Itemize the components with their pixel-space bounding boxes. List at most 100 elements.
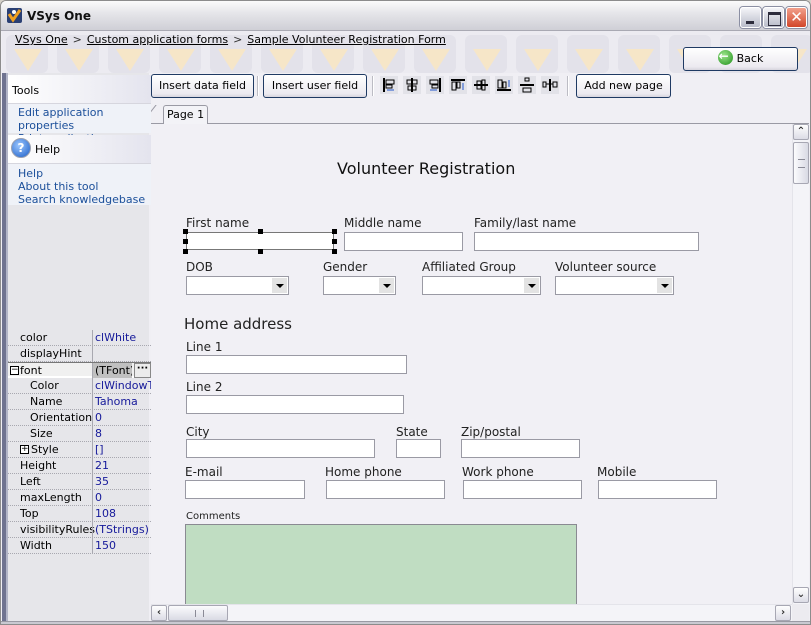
state-label[interactable]: State: [396, 425, 428, 439]
maximize-button[interactable]: [763, 7, 784, 28]
comments-label[interactable]: Comments: [186, 511, 240, 522]
first-name-field[interactable]: [186, 232, 334, 250]
zip-field[interactable]: [461, 439, 580, 458]
property-value[interactable]: clWindowText: [92, 378, 152, 393]
insert-user-field-button[interactable]: Insert user field: [263, 74, 367, 98]
email-label[interactable]: E-mail: [185, 465, 223, 479]
resize-handle[interactable]: [332, 239, 337, 244]
line1-label[interactable]: Line 1: [186, 340, 222, 354]
resize-handle[interactable]: [332, 229, 337, 234]
property-row-height[interactable]: Height 21: [8, 458, 151, 474]
property-value[interactable]: 35: [92, 474, 152, 489]
work-phone-label[interactable]: Work phone: [462, 465, 534, 479]
middle-name-field[interactable]: [344, 232, 463, 251]
close-button[interactable]: ✕: [786, 7, 807, 28]
property-row-left[interactable]: Left 35: [8, 474, 151, 490]
property-row-maxlength[interactable]: maxLength 0: [8, 490, 151, 506]
gender-label[interactable]: Gender: [323, 260, 367, 274]
resize-handle[interactable]: [332, 249, 337, 254]
help-panel-header[interactable]: ? Help: [8, 135, 151, 163]
property-row-font-color[interactable]: Color clWindowText: [8, 378, 152, 394]
line1-field[interactable]: [186, 355, 407, 374]
volunteer-source-select[interactable]: [555, 276, 674, 295]
zip-label[interactable]: Zip/postal: [461, 425, 521, 439]
property-value[interactable]: 0: [92, 410, 152, 425]
property-row-width[interactable]: Width 150: [8, 538, 151, 554]
home-address-heading[interactable]: Home address: [184, 315, 292, 333]
property-value[interactable]: (TStrings): [92, 522, 152, 537]
property-row-displayhint[interactable]: displayHint: [8, 346, 151, 362]
insert-data-field-button[interactable]: Insert data field: [151, 74, 254, 98]
property-value[interactable]: 8: [92, 426, 152, 441]
about-this-tool-link[interactable]: About this tool: [8, 180, 151, 193]
align-left-icon[interactable]: [380, 76, 398, 94]
align-top-icon[interactable]: [449, 76, 467, 94]
mobile-label[interactable]: Mobile: [597, 465, 636, 479]
horizontal-scroll-thumb[interactable]: [168, 605, 228, 621]
property-row-color[interactable]: color clWhite: [8, 330, 151, 346]
chevron-down-icon[interactable]: [379, 278, 394, 293]
space-vertical-icon[interactable]: [518, 76, 536, 94]
resize-handle[interactable]: [183, 229, 188, 234]
vertical-scrollbar[interactable]: ⌃ ⌄: [792, 124, 809, 604]
property-row-top[interactable]: Top 108: [8, 506, 151, 522]
vertical-scroll-thumb[interactable]: [793, 142, 809, 184]
help-link[interactable]: Help: [8, 167, 151, 180]
tab-page-1[interactable]: Page 1: [163, 105, 208, 124]
align-center-vertical-icon[interactable]: [472, 76, 490, 94]
property-row-font-orientation[interactable]: Orientation 0: [8, 410, 151, 426]
affiliated-group-select[interactable]: [422, 276, 541, 295]
minimize-button[interactable]: [740, 7, 761, 28]
resize-handle[interactable]: [258, 249, 263, 254]
collapse-icon[interactable]: −: [10, 366, 19, 375]
resize-handle[interactable]: [183, 239, 188, 244]
back-button[interactable]: Back: [683, 45, 798, 71]
scroll-left-button[interactable]: ‹: [151, 605, 167, 621]
dob-select[interactable]: [186, 276, 289, 295]
edit-application-properties-link[interactable]: Edit application properties: [8, 106, 151, 132]
chevron-down-icon[interactable]: [272, 278, 287, 293]
first-name-label[interactable]: First name: [186, 216, 249, 230]
home-phone-field[interactable]: [326, 480, 445, 499]
volunteer-source-label[interactable]: Volunteer source: [555, 260, 656, 274]
property-value[interactable]: (TFont): [92, 363, 132, 378]
scroll-up-button[interactable]: ⌃: [793, 124, 809, 140]
tools-panel-header[interactable]: Tools: [8, 75, 151, 103]
middle-name-label[interactable]: Middle name: [344, 216, 421, 230]
property-value[interactable]: 150: [92, 538, 152, 553]
align-right-icon[interactable]: [426, 76, 444, 94]
gender-select[interactable]: [323, 276, 396, 295]
space-horizontal-icon[interactable]: [541, 76, 559, 94]
add-new-page-button[interactable]: Add new page: [576, 74, 671, 98]
family-name-label[interactable]: Family/last name: [474, 216, 576, 230]
scroll-right-button[interactable]: ›: [775, 605, 791, 621]
scroll-down-button[interactable]: ⌄: [793, 587, 809, 603]
comments-textarea[interactable]: [185, 524, 577, 604]
font-ellipsis-button[interactable]: ···: [134, 363, 151, 378]
line2-label[interactable]: Line 2: [186, 380, 222, 394]
property-value[interactable]: []: [92, 442, 152, 457]
chevron-down-icon[interactable]: [657, 278, 672, 293]
property-row-font-size[interactable]: Size 8: [8, 426, 151, 442]
breadcrumb-link-current-form[interactable]: Sample Volunteer Registration Form: [247, 33, 446, 46]
property-row-visibilityrules[interactable]: visibilityRules (TStrings): [8, 522, 151, 538]
property-row-font[interactable]: − font (TFont) ···: [8, 362, 151, 378]
resize-handle[interactable]: [183, 249, 188, 254]
property-row-font-style[interactable]: + Style []: [8, 442, 151, 458]
dob-label[interactable]: DOB: [186, 260, 213, 274]
property-row-font-name[interactable]: Name Tahoma: [8, 394, 151, 410]
property-value[interactable]: Tahoma: [92, 394, 152, 409]
affiliated-group-label[interactable]: Affiliated Group: [422, 260, 516, 274]
horizontal-scrollbar[interactable]: ‹ ›: [151, 604, 792, 621]
breadcrumb-link-home[interactable]: VSys One: [15, 33, 68, 46]
family-name-field[interactable]: [474, 232, 699, 251]
align-center-horizontal-icon[interactable]: [403, 76, 421, 94]
city-label[interactable]: City: [186, 425, 210, 439]
breadcrumb-link-custom-forms[interactable]: Custom application forms: [87, 33, 228, 46]
work-phone-field[interactable]: [463, 480, 582, 499]
mobile-field[interactable]: [598, 480, 717, 499]
align-bottom-icon[interactable]: [495, 76, 513, 94]
home-phone-label[interactable]: Home phone: [325, 465, 402, 479]
property-value[interactable]: 21: [92, 458, 152, 473]
state-field[interactable]: [396, 439, 441, 458]
